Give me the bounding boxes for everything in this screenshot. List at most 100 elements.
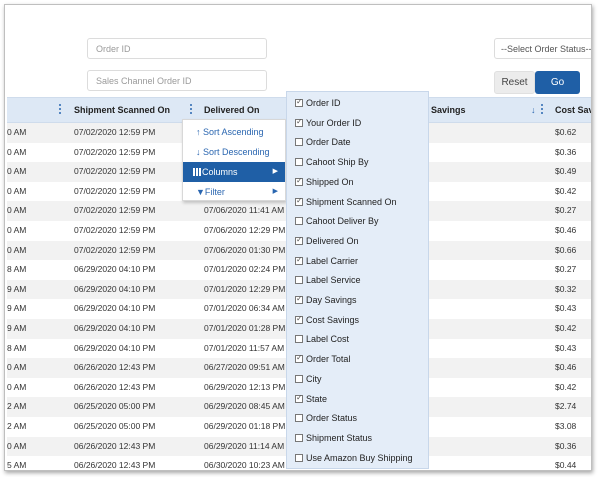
checkbox[interactable] (295, 353, 303, 364)
sort-ascending-item[interactable]: ↑ Sort Ascending (183, 122, 285, 142)
cell-shipment-scanned-on: 07/02/2020 12:59 PM (74, 185, 156, 196)
column-option[interactable]: Order Date (287, 133, 351, 153)
filter-icon: ▼ (196, 187, 205, 197)
header-day-savings[interactable]: Savings (431, 98, 466, 122)
column-menu-icon[interactable] (59, 104, 62, 116)
column-option[interactable]: Cahoot Deliver By (287, 212, 379, 232)
column-option[interactable]: Cost Savings (287, 311, 359, 331)
header-cost-savings[interactable]: Cost Sav (555, 98, 591, 122)
sales-channel-order-id-input[interactable]: Sales Channel Order ID (87, 70, 267, 91)
column-option-label: Label Cost (306, 334, 350, 345)
checkbox[interactable] (295, 176, 303, 186)
column-option[interactable]: Day Savings (287, 291, 357, 311)
column-option[interactable]: Order Total (287, 350, 350, 370)
checkbox[interactable] (295, 314, 303, 324)
column-option-label: City (306, 373, 322, 384)
column-option[interactable]: Label Carrier (287, 252, 358, 272)
checkbox[interactable] (295, 433, 303, 442)
cell-shipment-scanned-on: 06/29/2020 04:10 PM (74, 283, 156, 294)
column-option[interactable]: Order ID (287, 94, 341, 114)
columns-menu-item[interactable]: Columns ▶ (183, 162, 285, 182)
column-option[interactable]: Label Service (287, 271, 361, 291)
cell-shipment-scanned-on: 06/26/2020 12:43 PM (74, 460, 156, 471)
cell-delivered-on: 07/06/2020 12:29 PM (204, 224, 286, 235)
header-shipment-scanned-on[interactable]: Shipment Scanned On (74, 98, 170, 122)
cell-time: 0 AM (7, 440, 27, 451)
checkbox[interactable] (295, 158, 303, 167)
column-option[interactable]: Shipped On (287, 173, 354, 193)
checkbox[interactable] (295, 414, 303, 423)
cell-delivered-on: 06/29/2020 12:13 PM (204, 381, 286, 392)
column-option[interactable]: Shipment Status (287, 429, 372, 449)
cell-time: 9 AM (7, 283, 27, 294)
cell-shipment-scanned-on: 06/26/2020 12:43 PM (74, 362, 156, 373)
sort-down-arrow-icon[interactable]: ↓ (531, 98, 536, 122)
cell-time: 0 AM (7, 224, 27, 235)
checkbox[interactable] (295, 217, 303, 226)
checkbox[interactable] (295, 138, 303, 147)
filter-menu-item[interactable]: ▼Filter ▶ (183, 182, 285, 202)
cell-delivered-on: 07/01/2020 01:28 PM (204, 322, 286, 333)
column-option[interactable]: Your Order ID (287, 114, 361, 134)
columns-chooser-panel: Order ID Your Order ID Order Date Cahoot Sh… (286, 91, 429, 469)
cell-time: 9 AM (7, 303, 27, 314)
cell-cost-savings: $0.42 (555, 322, 577, 333)
order-id-input[interactable]: Order ID (87, 38, 267, 59)
checkbox[interactable] (295, 453, 303, 462)
cell-shipment-scanned-on: 07/02/2020 12:59 PM (74, 166, 156, 177)
cell-cost-savings: $0.46 (555, 362, 577, 373)
checkbox[interactable] (295, 235, 303, 245)
column-option-label: Shipment Status (306, 432, 373, 443)
checkbox[interactable] (295, 374, 303, 383)
column-option-label: Order ID (306, 98, 341, 108)
cell-shipment-scanned-on: 06/25/2020 05:00 PM (74, 420, 156, 431)
column-context-menu: ↑ Sort Ascending ↓ Sort Descending Colum… (182, 119, 286, 201)
cell-time: 9 AM (7, 322, 27, 333)
column-option[interactable]: Delivered On (287, 232, 359, 252)
checkbox[interactable] (295, 276, 303, 285)
column-option-label: Shipment Scanned On (306, 196, 397, 207)
checkbox[interactable] (295, 294, 303, 304)
cell-shipment-scanned-on: 07/02/2020 12:59 PM (74, 146, 156, 157)
go-button[interactable]: Go (535, 71, 580, 94)
column-menu-icon[interactable] (190, 104, 193, 116)
column-option[interactable]: Cahoot Ship By (287, 153, 369, 173)
column-option[interactable]: Shipment Scanned On (287, 193, 397, 213)
column-option[interactable]: Use Amazon Buy Shipping (287, 449, 413, 469)
column-option[interactable]: Label Cost (287, 330, 349, 350)
checkbox[interactable] (295, 117, 303, 127)
cell-delivered-on: 07/01/2020 02:24 PM (204, 264, 286, 275)
checkbox[interactable] (295, 97, 303, 107)
column-option[interactable]: City (287, 370, 322, 390)
checkbox[interactable] (295, 335, 303, 344)
arrow-up-icon: ↑ (196, 127, 204, 137)
columns-label: Columns (202, 167, 238, 177)
checkbox[interactable] (295, 255, 303, 265)
cell-cost-savings: $0.32 (555, 283, 577, 294)
cell-delivered-on: 07/01/2020 11:57 AM (204, 342, 285, 353)
sort-descending-item[interactable]: ↓ Sort Descending (183, 142, 285, 162)
cell-shipment-scanned-on: 06/25/2020 05:00 PM (74, 401, 156, 412)
column-option-label: Day Savings (306, 295, 357, 305)
cell-shipment-scanned-on: 07/02/2020 12:59 PM (74, 244, 156, 255)
column-option[interactable]: State (287, 390, 327, 410)
cell-shipment-scanned-on: 06/26/2020 12:43 PM (74, 440, 156, 451)
column-option[interactable]: Order Status (287, 409, 357, 429)
checkbox[interactable] (295, 393, 303, 403)
column-option-label: Order Status (306, 413, 358, 424)
checkbox[interactable] (295, 196, 303, 206)
cell-cost-savings: $2.74 (555, 401, 577, 412)
cell-cost-savings: $0.49 (555, 166, 577, 177)
cell-cost-savings: $0.36 (555, 146, 577, 157)
cell-shipment-scanned-on: 07/02/2020 12:59 PM (74, 205, 156, 216)
cell-delivered-on: 06/30/2020 10:23 AM (204, 460, 285, 471)
cell-shipment-scanned-on: 06/29/2020 04:10 PM (74, 342, 156, 353)
cell-delivered-on: 07/01/2020 06:34 AM (204, 303, 285, 314)
cell-cost-savings: $3.08 (555, 420, 577, 431)
column-option-label: Cahoot Deliver By (306, 216, 379, 227)
order-status-select[interactable]: --Select Order Status-- (494, 38, 591, 59)
sort-descending-label: Sort Descending (203, 147, 270, 157)
arrow-down-icon: ↓ (196, 147, 204, 157)
column-menu-icon[interactable] (541, 104, 544, 116)
reset-button[interactable]: Reset (494, 71, 535, 94)
